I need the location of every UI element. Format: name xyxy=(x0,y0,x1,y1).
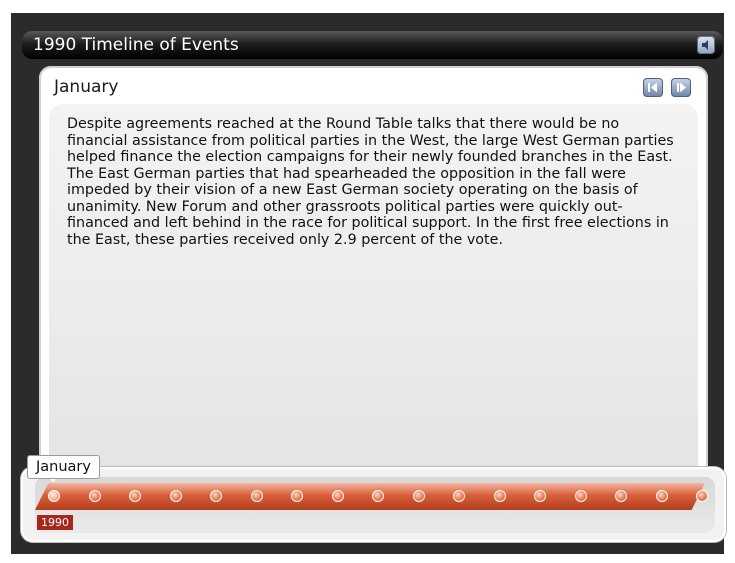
timeline-event-dot[interactable] xyxy=(615,490,627,502)
timeline-event-dot[interactable] xyxy=(453,490,465,502)
current-month-label: January xyxy=(27,455,100,479)
timeline-event-dot[interactable] xyxy=(48,490,60,502)
month-title: January xyxy=(54,77,119,97)
year-badge: 1990 xyxy=(37,515,73,530)
timeline-event-dot[interactable] xyxy=(250,490,263,502)
timeline-event-dot[interactable] xyxy=(291,490,303,502)
timeline-event-dot[interactable] xyxy=(88,490,101,502)
speaker-icon xyxy=(702,40,708,50)
sound-button[interactable] xyxy=(697,36,715,54)
timeline-event-dot[interactable] xyxy=(696,490,708,502)
previous-arrow-icon xyxy=(648,82,657,93)
event-text-area: Despite agreements reached at the Round … xyxy=(49,104,698,476)
event-description: Despite agreements reached at the Round … xyxy=(67,116,674,248)
timeline-event-dot[interactable] xyxy=(129,490,141,502)
title-bar: 1990 Timeline of Events xyxy=(22,31,723,59)
event-panel: January Despite agreements reached at th… xyxy=(39,66,708,476)
timeline-event-dot[interactable] xyxy=(655,490,668,502)
timeline-event-dot[interactable] xyxy=(372,490,384,502)
timeline-event-dot[interactable] xyxy=(169,490,182,502)
timeline-event-dot[interactable] xyxy=(210,490,222,502)
timeline-event-dot[interactable] xyxy=(493,490,506,502)
timeline-event-dot[interactable] xyxy=(412,490,425,502)
window-title: 1990 Timeline of Events xyxy=(33,35,239,55)
next-button[interactable] xyxy=(671,78,691,97)
next-arrow-icon xyxy=(677,82,686,93)
timeline-event-dot[interactable] xyxy=(331,490,344,502)
timeline-event-dot[interactable] xyxy=(574,490,587,502)
timeline-event-dot[interactable] xyxy=(534,490,546,502)
previous-button[interactable] xyxy=(643,78,663,97)
